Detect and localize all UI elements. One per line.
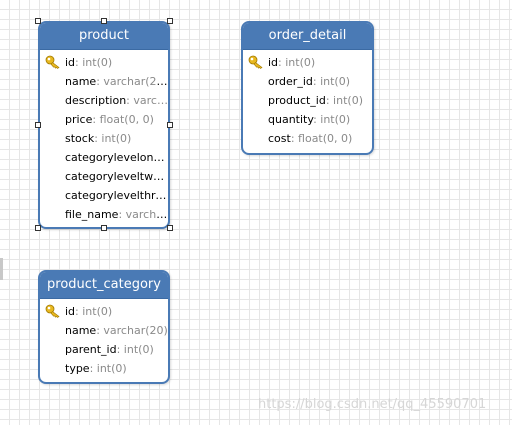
table-product-category[interactable]: product_category id: int(0) name: varchar… [38, 270, 170, 384]
column-row[interactable]: type: int(0) [40, 359, 168, 378]
column-type: : varchar(20) [96, 324, 168, 337]
column-list: id: int(0) name: varchar(20… description: … [40, 50, 168, 224]
primary-key-icon [45, 304, 61, 318]
column-type: : float(0, 0) [92, 113, 154, 126]
column-name: cost [268, 132, 291, 145]
column-type: : float(0, 0) [290, 132, 353, 145]
column-row[interactable]: quantity: int(0) [243, 110, 372, 129]
column-type: : int(0) [75, 305, 113, 318]
table-order-detail[interactable]: order_detail id: int(0) order_id: int(0) p… [241, 21, 374, 155]
column-name: categorylevelone_… [65, 151, 168, 164]
column-name: categoryleveltwo_… [65, 170, 168, 183]
column-row[interactable]: parent_id: int(0) [40, 340, 168, 359]
column-name: file_name [65, 208, 119, 221]
column-name: parent_id [65, 343, 117, 356]
column-row[interactable]: name: varchar(20… [40, 72, 168, 91]
table-header[interactable]: order_detail [243, 23, 372, 50]
column-type: : int(0) [325, 94, 363, 107]
column-name: quantity [268, 113, 314, 126]
column-type: : int(0) [94, 132, 132, 145]
column-type: : varc… [126, 94, 168, 107]
column-row[interactable]: cost: float(0, 0) [243, 129, 372, 148]
resize-handle-top-left[interactable] [35, 18, 41, 24]
column-type: : int(0) [312, 75, 350, 88]
resize-handle-left[interactable] [35, 122, 41, 128]
column-name: categorylevelthre… [65, 189, 168, 202]
canvas-edge-marker [0, 258, 3, 280]
column-row[interactable]: price: float(0, 0) [40, 110, 168, 129]
resize-handle-bottom-left[interactable] [35, 225, 41, 231]
resize-handle-right[interactable] [167, 122, 173, 128]
column-row[interactable]: file_name: varcha… [40, 205, 168, 224]
primary-key-icon [45, 55, 61, 69]
column-type: : int(0) [313, 113, 351, 126]
column-list: id: int(0) name: varchar(20) parent_id: in… [40, 299, 168, 378]
watermark: https://blog.csdn.net/qq_45590701 [258, 397, 487, 412]
column-name: id [65, 305, 76, 318]
column-type: : int(0) [116, 343, 154, 356]
resize-handle-top-right[interactable] [167, 18, 173, 24]
table-header[interactable]: product_category [40, 272, 168, 299]
column-row[interactable]: categoryleveltwo_… [40, 167, 168, 186]
table-product[interactable]: product id: int(0) name: varchar(20… descr… [38, 21, 170, 229]
resize-handle-top[interactable] [101, 18, 107, 24]
column-name: id [268, 56, 279, 69]
table-header[interactable]: product [40, 23, 168, 50]
column-row[interactable]: description: varc… [40, 91, 168, 110]
column-row[interactable]: id: int(0) [243, 53, 372, 72]
column-name: name [65, 75, 97, 88]
resize-handle-bottom[interactable] [101, 225, 107, 231]
primary-key-icon [248, 55, 264, 69]
column-name: stock [65, 132, 95, 145]
column-name: order_id [268, 75, 313, 88]
column-name: id [65, 56, 76, 69]
column-type: : int(0) [89, 362, 127, 375]
column-row[interactable]: id: int(0) [40, 53, 168, 72]
column-name: price [65, 113, 93, 126]
column-row[interactable]: categorylevelthre… [40, 186, 168, 205]
column-type: : varchar(20… [96, 75, 168, 88]
column-name: product_id [268, 94, 326, 107]
column-row[interactable]: stock: int(0) [40, 129, 168, 148]
column-name: type [65, 362, 90, 375]
column-row[interactable]: product_id: int(0) [243, 91, 372, 110]
column-row[interactable]: name: varchar(20) [40, 321, 168, 340]
column-name: description [65, 94, 127, 107]
column-type: : int(0) [278, 56, 316, 69]
column-type: : varcha… [118, 208, 168, 221]
column-type: : int(0) [75, 56, 113, 69]
column-row[interactable]: categorylevelone_… [40, 148, 168, 167]
column-name: name [65, 324, 97, 337]
resize-handle-bottom-right[interactable] [167, 225, 173, 231]
column-row[interactable]: id: int(0) [40, 302, 168, 321]
column-list: id: int(0) order_id: int(0) product_id: in… [243, 50, 372, 148]
column-row[interactable]: order_id: int(0) [243, 72, 372, 91]
